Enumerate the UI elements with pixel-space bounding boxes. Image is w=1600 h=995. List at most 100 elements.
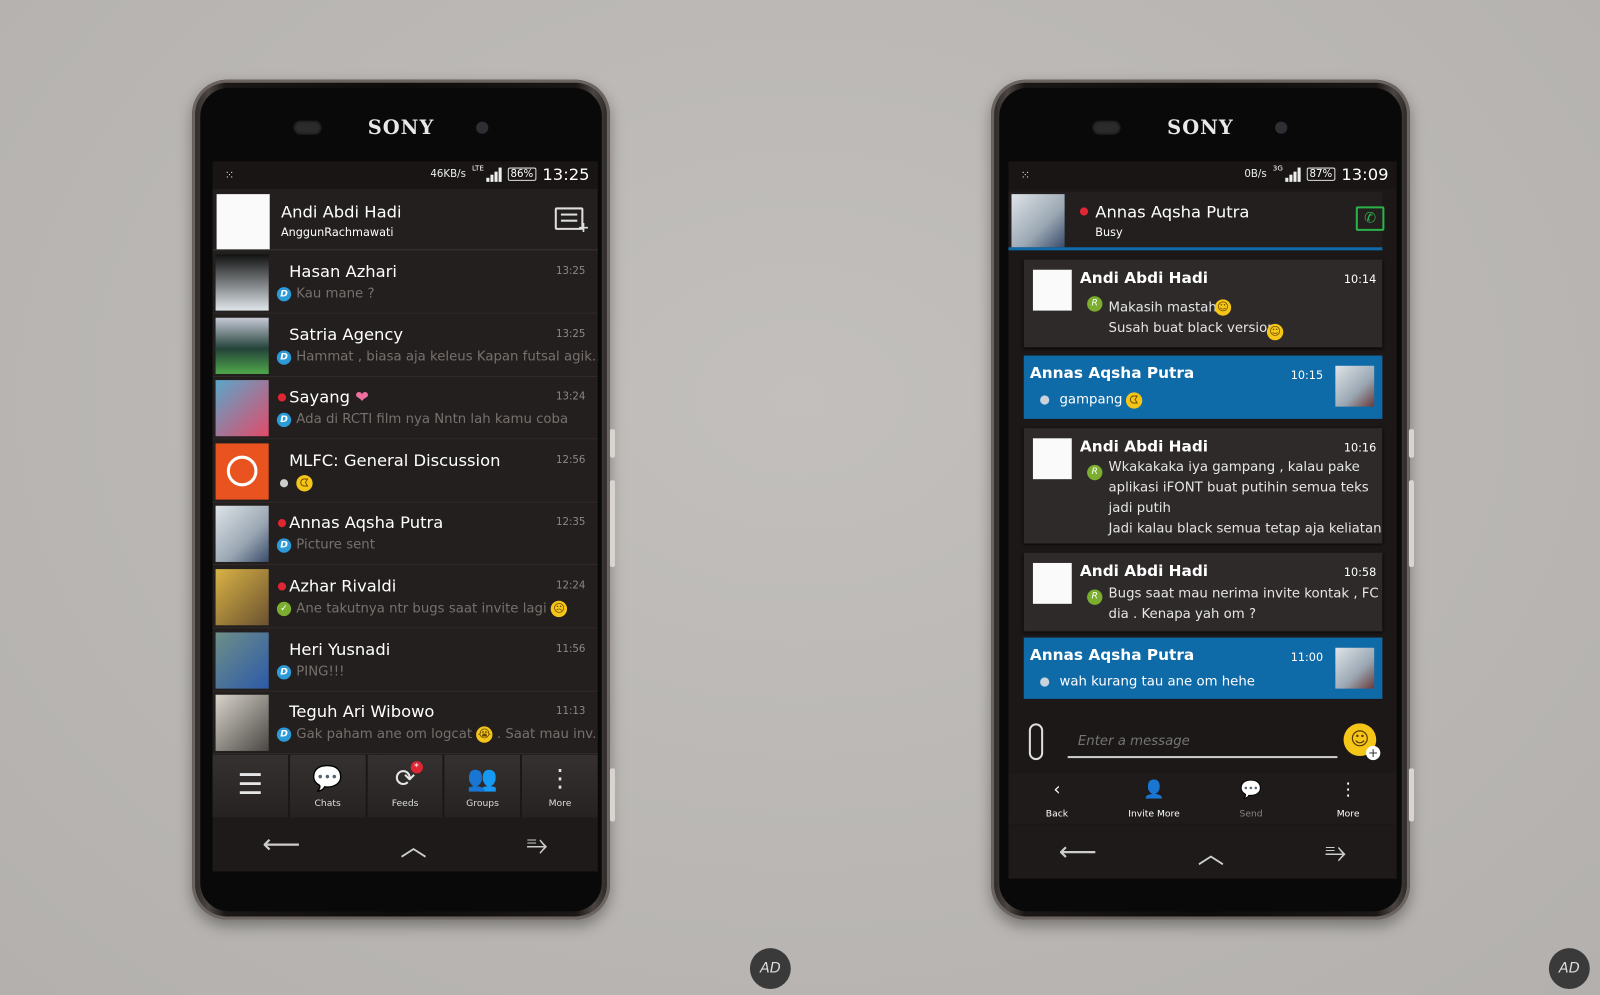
sender-avatar (1335, 365, 1375, 407)
chat-name: Annas Aqsha Putra (289, 513, 444, 533)
feeds-icon: ⟳ (394, 764, 416, 793)
tab-label: Feeds (391, 798, 419, 810)
nav-recent-icon[interactable]: ⥱ (1325, 836, 1346, 868)
chat-list-item[interactable]: Heri Yusnadi 11:56 D PING!!! (212, 629, 598, 692)
sent-message-bubble[interactable]: Annas Aqsha Putra 11:00 wah kurang tau a… (1023, 637, 1383, 699)
contact-status: Busy (1095, 225, 1123, 240)
chat-list-item[interactable]: Hasan Azhari 13:25 D Kau mane ? (212, 251, 598, 314)
tab-feeds[interactable]: ⟳ * Feeds (367, 755, 445, 818)
profile-status: AnggunRachmawati (280, 225, 394, 240)
new-chat-icon[interactable]: + (554, 207, 590, 236)
sender-avatar (1032, 438, 1072, 480)
brand-logo: SONY (367, 116, 435, 139)
delivered-icon: D (276, 287, 292, 302)
chat-time: 12:56 (555, 454, 586, 466)
send-button[interactable]: 💬 Send (1203, 773, 1300, 823)
right-screen: ⁙ 0B/s 3G 87% 13:09 Annas Aqsha Putra Bu… (1008, 161, 1397, 879)
voice-call-icon[interactable]: ✆ (1355, 206, 1385, 231)
message-time: 11:00 (1290, 650, 1324, 665)
more-icon: ⋮ (547, 764, 573, 793)
chat-time: 12:24 (555, 580, 586, 592)
chat-list-item[interactable]: Teguh Ari Wibowo 11:13 D Gak paham ane o… (212, 692, 598, 755)
invite-icon: 👤 (1143, 779, 1165, 800)
sender-avatar (1032, 562, 1072, 604)
chat-list-item[interactable]: Azhar Rivaldi 12:24 ✓ Ane takutnya ntr b… (212, 566, 598, 629)
tab-chats[interactable]: 💬 Chats (289, 755, 368, 818)
action-label: More (1336, 809, 1360, 820)
network-type: LTE (472, 164, 484, 173)
chat-time: 11:13 (555, 706, 586, 718)
left-screen: ⁙ 46KB/s LTE 86% 13:25 Andi Abdi Hadi An… (212, 161, 598, 872)
chat-preview: Kau mane ? (296, 286, 375, 302)
delivered-icon: D (276, 538, 292, 554)
action-bar: ‹ Back 👤 Invite More 💬 Send ⋮ More (1008, 773, 1397, 824)
profile-header[interactable]: Andi Abdi Hadi AnggunRachmawati + (212, 192, 598, 251)
back-icon: ‹ (1053, 779, 1061, 800)
chat-list-item[interactable]: Annas Aqsha Putra 12:35 D Picture sent (212, 503, 598, 566)
message-input[interactable] (1067, 725, 1338, 759)
read-receipt-icon: R (1087, 464, 1103, 481)
nav-home-icon[interactable]: ︿ (400, 826, 427, 864)
side-button (609, 429, 616, 458)
side-button (1408, 480, 1415, 568)
back-button[interactable]: ‹ Back (1008, 773, 1105, 823)
nav-home-icon[interactable]: ︿ (1198, 833, 1225, 871)
more-button[interactable]: ⋮ More (1300, 773, 1397, 823)
earpiece (293, 120, 322, 135)
chat-preview: Gak paham ane om logcat 😭 . Saat mau inv… (296, 726, 598, 743)
data-speed: 0B/s (1244, 168, 1267, 180)
chat-avatar (215, 694, 269, 752)
chat-avatar (215, 254, 269, 311)
nav-back-icon[interactable]: ⟵ (262, 830, 300, 861)
emoticon-picker-icon[interactable]: ☺ + (1343, 723, 1381, 761)
watermark-logo: AD (749, 948, 791, 990)
chat-name: Hasan Azhari (289, 261, 397, 281)
delivered-icon: D (276, 412, 292, 428)
chat-list-item[interactable]: Satria Agency 13:25 D Hammat , biasa aja… (212, 314, 598, 377)
system-nav-bar: ⟵ ︿ ⥱ (1008, 825, 1397, 879)
sent-message-bubble[interactable]: Annas Aqsha Putra 10:15 gampang ᗧ (1023, 355, 1383, 419)
received-message-bubble[interactable]: Andi Abdi Hadi 10:16 R Wkakakaka iya gam… (1023, 428, 1383, 544)
chat-list-item[interactable]: MLFC: General Discussion 12:56 ᗧ (212, 440, 598, 503)
chat-list-item[interactable]: Sayang ❤ 13:24 D Ada di RCTI film nya Nn… (212, 377, 598, 440)
sender-name: Annas Aqsha Putra (1029, 363, 1195, 383)
delivered-icon: D (276, 727, 292, 742)
front-camera (476, 121, 489, 134)
chat-avatar (215, 569, 269, 626)
battery-icon: 87% (1306, 167, 1336, 181)
tab-groups[interactable]: 👥 Groups (444, 755, 523, 818)
received-message-bubble[interactable]: Andi Abdi Hadi 10:14 R Makasih mastah Sus… (1023, 259, 1383, 348)
compose-bar: ☺+ (1008, 713, 1397, 771)
message-text: Jadi kalau black semua tetap aja keliata… (1108, 521, 1382, 537)
chat-name: Teguh Ari Wibowo (289, 702, 435, 722)
network-type: 3G (1272, 164, 1283, 173)
nav-recent-icon[interactable]: ⥱ (527, 829, 548, 861)
read-check-icon: ✓ (276, 601, 292, 617)
attach-icon[interactable] (1028, 723, 1044, 761)
front-camera (1275, 121, 1288, 134)
nav-back-icon[interactable]: ⟵ (1059, 837, 1097, 868)
received-message-bubble[interactable]: Andi Abdi Hadi 10:58 R Bugs saat mau ner… (1023, 552, 1385, 632)
chat-avatar (215, 443, 269, 500)
sender-avatar (1032, 269, 1072, 311)
invite-more-button[interactable]: 👤 Invite More (1105, 773, 1202, 823)
message-text: Makasih mastah (1108, 300, 1217, 316)
status-bar: ⁙ 0B/s 3G 87% 13:09 (1008, 161, 1397, 190)
menu-icon: ☰ (237, 767, 264, 802)
chat-name: Satria Agency (289, 324, 404, 344)
menu-button[interactable]: ☰ (212, 755, 290, 818)
message-body: Bugs saat mau nerima invite kontak , FC … (1109, 584, 1385, 625)
notification-badge: * (410, 761, 423, 774)
tab-more[interactable]: ⋮ More (522, 755, 598, 818)
chat-preview: Ada di RCTI film nya Nntn lah kamu coba (296, 411, 569, 428)
action-label: Back (1045, 809, 1069, 820)
side-button (609, 480, 616, 568)
chat-header[interactable]: Annas Aqsha Putra Busy ✆ (1008, 192, 1385, 251)
smile-emoticon: ☺ (1214, 299, 1232, 316)
more-icon: ⋮ (1339, 779, 1357, 800)
action-label: Invite More (1128, 809, 1180, 820)
sender-name: Andi Abdi Hadi (1079, 268, 1209, 288)
status-dot-icon (279, 478, 289, 488)
side-button (609, 768, 616, 822)
read-receipt-icon: R (1087, 589, 1103, 605)
